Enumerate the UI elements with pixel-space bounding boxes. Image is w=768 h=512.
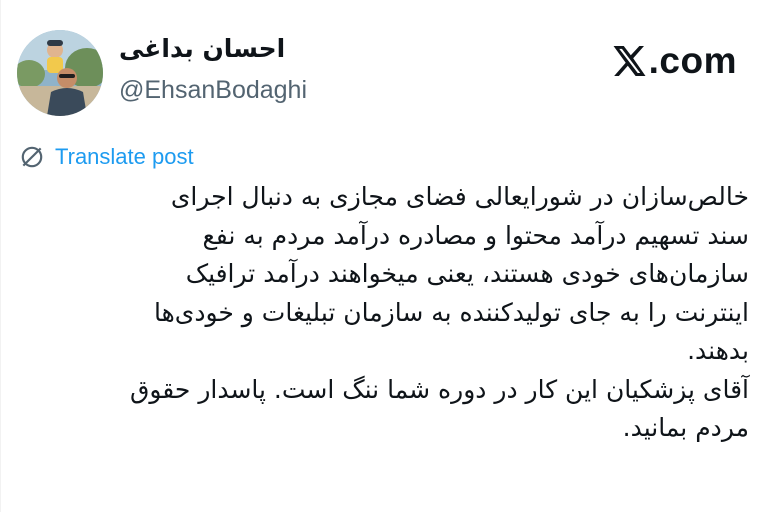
brand-domain: .com (648, 40, 737, 81)
post-card: احسان بداغی @EhsanBodaghi .com Translate… (0, 0, 768, 512)
post-text-line: اینترنت را به جای تولیدکننده به سازمان ت… (153, 297, 749, 327)
post-text-line: سند تسهیم درآمد محتوا و مصادره درآمد مرد… (202, 220, 750, 250)
post-text: خالص‌سازان در شورایعالی فضای مجازی به دن… (29, 178, 749, 448)
x-brand: .com (611, 40, 737, 82)
author-display-name[interactable]: احسان بداغی (119, 34, 285, 63)
translate-post-label: Translate post (55, 144, 194, 169)
globe-slash-icon (21, 146, 43, 168)
post-text-line: خالص‌سازان در شورایعالی فضای مجازی به دن… (170, 182, 749, 211)
x-logo-icon (613, 46, 646, 76)
post-text-line: بدهند. (687, 336, 749, 365)
translate-post-button[interactable]: Translate post (19, 144, 194, 170)
author-handle[interactable]: @EhsanBodaghi (119, 76, 307, 105)
avatar[interactable] (17, 30, 103, 116)
post-text-line: آقای پزشکیان این کار در دوره شما ننگ است… (129, 374, 749, 404)
post-text-line: سازمان‌های خودی هستند، یعنی میخواهند درآ… (185, 259, 749, 288)
post-text-line: مردم بمانید. (622, 413, 749, 442)
profile-photo (17, 30, 103, 116)
